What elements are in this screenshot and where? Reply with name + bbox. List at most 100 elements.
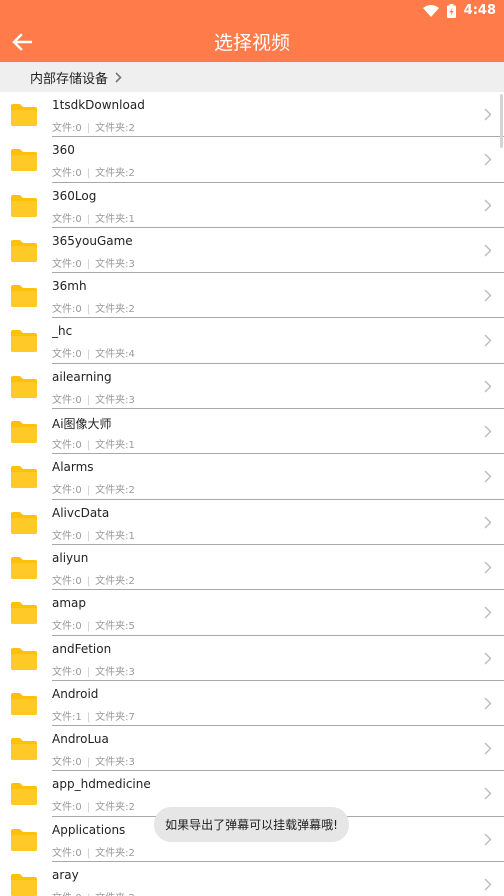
folder-meta: 文件:0|文件夹:2 [52, 164, 135, 179]
folder-name: andFetion [52, 641, 112, 656]
list-item[interactable]: 36mh 文件:0 | 文件夹:2 [0, 273, 504, 319]
list-item[interactable]: ailearning 文件:0 | 文件夹:3 [0, 364, 504, 410]
list-item[interactable]: aliyun 文件:0 | 文件夹:2 [0, 545, 504, 591]
folder-icon [11, 828, 37, 851]
chevron-right-icon [484, 652, 492, 665]
list-item[interactable]: _hc 文件:0 | 文件夹:4 [0, 318, 504, 364]
files-label: 文件: [52, 485, 76, 497]
folder-icon [11, 511, 37, 534]
app-header: 4:48 选择视频 [0, 0, 504, 62]
files-label: 文件: [52, 123, 76, 134]
chevron-right-icon [484, 380, 492, 393]
battery-icon [446, 3, 456, 18]
folder-name: aliyun [52, 550, 89, 565]
folder-icon [11, 421, 37, 444]
files-count: 0 [75, 802, 82, 814]
folder-icon [11, 556, 37, 579]
chevron-right-icon [484, 244, 492, 257]
folders-count: 2 [128, 304, 135, 316]
wifi-icon [422, 4, 439, 17]
folder-list[interactable]: 1tsdkDownload 文件:0 | 文件夹:2 360 文件:0 | 文件夹:2 360L… [0, 92, 504, 896]
scrollbar[interactable] [500, 94, 503, 148]
folder-name: Ai图像大师 [52, 417, 112, 432]
meta-separator: | [86, 757, 91, 769]
folders-label: 文件夹: [95, 168, 129, 180]
folder-icon [11, 149, 37, 172]
folder-name: Applications [52, 822, 126, 837]
files-count: 0 [75, 123, 82, 134]
files-count: 0 [75, 530, 82, 542]
list-item[interactable]: Android 文件:1 | 文件夹:7 [0, 681, 504, 727]
chevron-right-icon [484, 425, 492, 438]
files-count: 0 [75, 258, 82, 270]
list-item[interactable]: Alarms 文件:0 | 文件夹:2 [0, 454, 504, 500]
meta-separator: | [86, 440, 91, 452]
meta-separator: | [86, 258, 91, 270]
chevron-right-icon [484, 334, 492, 347]
chevron-right-icon [484, 470, 492, 483]
meta-separator: | [86, 802, 91, 814]
folders-label: 文件夹: [95, 485, 129, 497]
status-icons: 4:48 [422, 3, 496, 18]
folders-count: 3 [128, 757, 135, 769]
meta-separator: | [86, 168, 91, 180]
files-label: 文件: [52, 168, 76, 180]
status-time: 4:48 [463, 3, 496, 18]
folders-label: 文件夹: [95, 621, 129, 633]
meta-separator: | [86, 847, 91, 859]
list-item[interactable]: 360Log 文件:0 | 文件夹:1 [0, 183, 504, 228]
chevron-right-icon [484, 697, 492, 710]
breadcrumb-label: 内部存储设备 [30, 71, 109, 87]
files-label: 文件: [52, 847, 76, 859]
folder-meta: 文件:0 | 文件夹:5 [52, 617, 135, 632]
folders-count: 1 [128, 440, 135, 452]
folders-label: 文件夹: [95, 666, 129, 678]
list-item[interactable]: andFetion 文件:0 | 文件夹:3 [0, 636, 504, 681]
folder-icon [11, 194, 37, 217]
breadcrumb[interactable]: 内部存储设备 [0, 62, 504, 92]
meta-separator: | [86, 530, 91, 542]
folder-meta: 文件:0 | 文件夹:3 [52, 753, 135, 768]
list-item[interactable]: 360 文件:0 | 文件夹:2 [0, 137, 504, 183]
folders-label: 文件夹: [95, 575, 129, 587]
folder-icon [11, 692, 37, 715]
files-label: 文件: [52, 213, 76, 225]
chevron-right-icon [484, 289, 492, 302]
chevron-right-icon [484, 108, 492, 121]
folders-label: 文件夹: [95, 349, 129, 361]
files-count: 0 [75, 304, 82, 316]
list-item[interactable]: AndroLua 文件:0 | 文件夹:3 [0, 726, 504, 772]
list-item[interactable]: aray 文件:0|文件夹:2 [0, 862, 504, 896]
folder-meta: 文件:0 | 文件夹:1 [52, 527, 135, 542]
folder-icon [11, 375, 37, 398]
list-item[interactable]: Ai图像大师 文件:0 | 文件夹:1 [0, 409, 504, 455]
list-item[interactable]: AlivcData 文件:0 | 文件夹:1 [0, 500, 504, 545]
folder-meta: 文件:0|文件夹:2 [52, 889, 135, 896]
files-count: 0 [75, 575, 82, 587]
folders-count: 7 [128, 711, 135, 723]
meta-separator: | [86, 213, 91, 225]
files-label: 文件: [52, 575, 76, 587]
folder-meta: 文件:0|文件夹:2 [52, 119, 135, 134]
files-label: 文件: [52, 802, 76, 814]
files-count: 1 [75, 711, 82, 723]
folders-label: 文件夹: [95, 213, 129, 225]
meta-separator: | [86, 394, 91, 406]
folder-meta: 文件:0 | 文件夹:3 [52, 663, 135, 678]
list-item[interactable]: 1tsdkDownload 文件:0 | 文件夹:2 [0, 92, 504, 138]
meta-separator: | [86, 304, 91, 316]
list-item[interactable]: 365youGame 文件:0 | 文件夹:3 [0, 228, 504, 274]
meta-separator: | [86, 575, 91, 587]
folder-meta: 文件:0 | 文件夹:1 [52, 210, 135, 225]
page-title: 选择视频 [213, 32, 290, 54]
folder-icon [11, 602, 37, 625]
folder-name: amap [52, 596, 87, 611]
chevron-right-icon [484, 606, 492, 619]
folders-count: 3 [128, 394, 135, 406]
folder-meta: 文件:0|文件夹:2 [52, 798, 135, 813]
folders-count: 2 [128, 168, 135, 180]
chevron-right-icon [484, 742, 492, 755]
meta-separator: | [86, 666, 91, 678]
list-item[interactable]: amap 文件:0 | 文件夹:5 [0, 590, 504, 636]
files-count: 0 [75, 666, 82, 678]
